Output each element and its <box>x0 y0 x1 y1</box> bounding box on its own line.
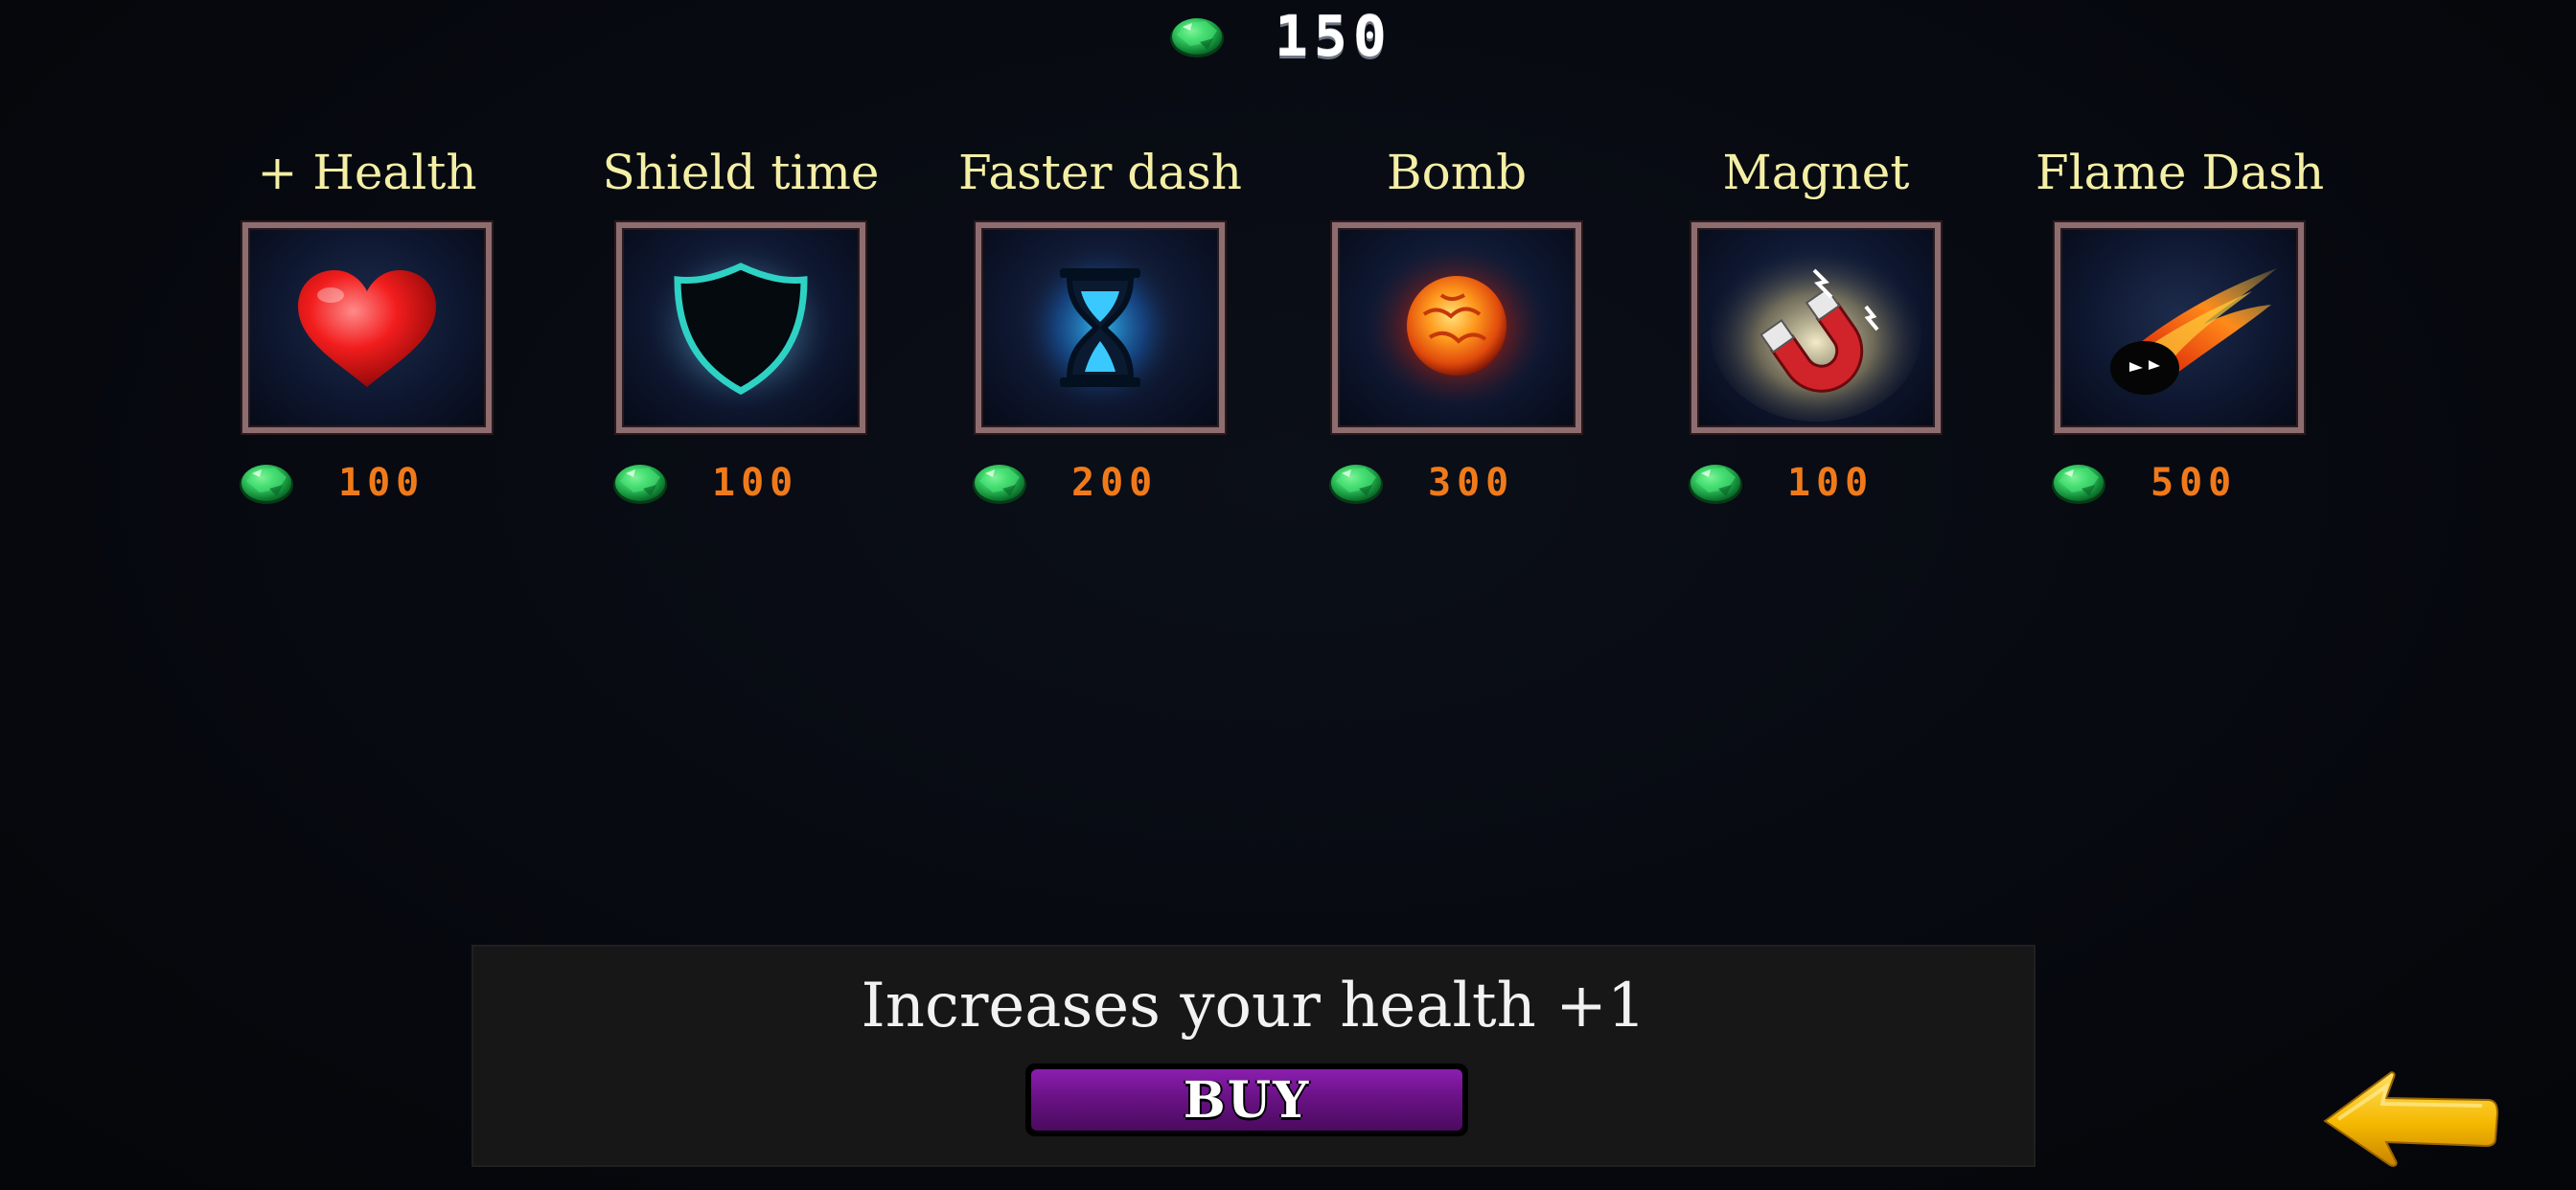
emerald-gem-icon <box>610 460 670 506</box>
item-title: Bomb <box>1386 145 1528 200</box>
item-cost: 500 <box>2150 461 2238 505</box>
item-description: Increases your health +1 <box>861 971 1646 1041</box>
item-cost: 100 <box>712 461 799 505</box>
item-frame[interactable] <box>2055 222 2304 433</box>
item-cost: 200 <box>1071 461 1159 505</box>
currency-counter: 150 <box>1162 8 1449 65</box>
buy-button[interactable]: BUY <box>1025 1064 1468 1136</box>
item-frame[interactable] <box>976 222 1225 433</box>
shop-screen: 150 + Health 100 Shield time 100 Faster … <box>0 0 2576 1190</box>
emerald-gem-icon <box>970 460 1029 506</box>
item-price: 200 <box>956 456 1244 510</box>
fireball-bomb-icon <box>1361 241 1552 414</box>
item-price: 500 <box>2036 456 2323 510</box>
item-cost: 100 <box>338 461 426 505</box>
item-title: Magnet <box>1722 145 1910 200</box>
heart-icon <box>298 270 436 387</box>
emerald-gem-icon <box>1686 460 1745 506</box>
flaming-comet-icon <box>2110 268 2277 395</box>
description-panel: Increases your health +1 BUY <box>472 945 2036 1167</box>
item-title: + Health <box>257 145 477 200</box>
item-cost: 300 <box>1428 461 1515 505</box>
item-price: 100 <box>597 456 885 510</box>
item-frame[interactable] <box>616 222 865 433</box>
shield-icon <box>645 240 837 416</box>
shop-item-magnet[interactable]: Magnet 100 <box>1672 134 1960 517</box>
shop-item-faster-dash[interactable]: Faster dash 200 <box>956 134 1244 517</box>
emerald-gem-icon <box>237 460 296 506</box>
item-price: 100 <box>223 456 511 510</box>
hourglass-icon <box>1020 243 1181 412</box>
item-title: Flame Dash <box>2036 145 2325 200</box>
item-price: 100 <box>1672 456 1960 510</box>
back-arrow-icon[interactable] <box>2319 1065 2501 1171</box>
item-title: Shield time <box>602 145 880 200</box>
shop-item-flame-dash[interactable]: Flame Dash 500 <box>2036 134 2325 517</box>
item-frame[interactable] <box>1332 222 1581 433</box>
item-frame[interactable] <box>242 222 492 433</box>
item-title: Faster dash <box>958 145 1242 200</box>
buy-button-face[interactable]: BUY <box>1031 1069 1462 1131</box>
item-frame[interactable] <box>1691 222 1941 433</box>
item-cost: 100 <box>1787 461 1874 505</box>
shop-item-health[interactable]: + Health 100 <box>223 134 511 517</box>
emerald-gem-icon <box>1167 13 1227 59</box>
item-price: 300 <box>1313 456 1600 510</box>
shop-item-bomb[interactable]: Bomb 300 <box>1313 134 1600 517</box>
emerald-gem-icon <box>1326 460 1386 506</box>
shop-item-shield-time[interactable]: Shield time 100 <box>597 134 885 517</box>
buy-button-label: BUY <box>1183 1070 1311 1130</box>
magnet-icon <box>1711 245 1921 422</box>
currency-amount: 150 <box>1275 4 1392 69</box>
emerald-gem-icon <box>2049 460 2108 506</box>
